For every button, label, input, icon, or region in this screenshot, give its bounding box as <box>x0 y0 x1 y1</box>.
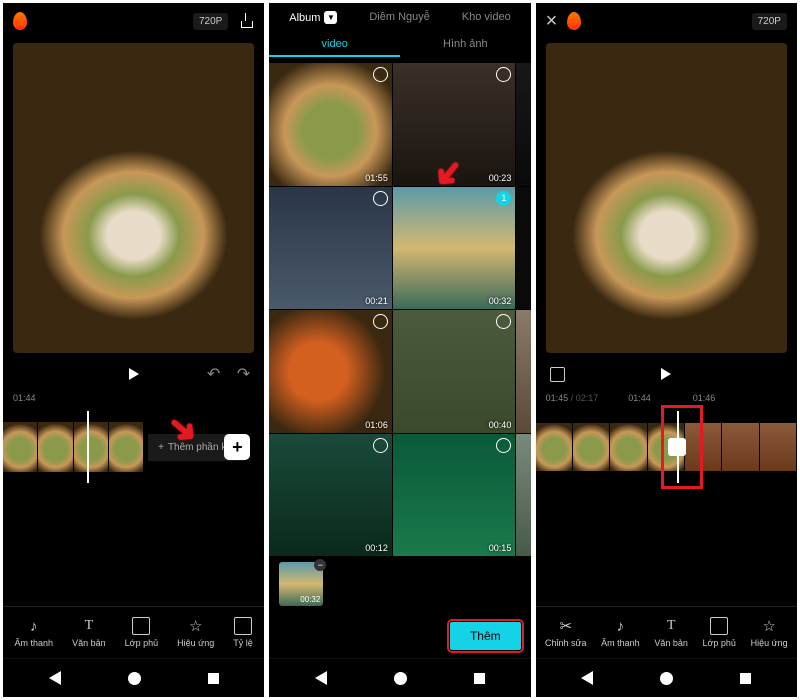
remove-icon[interactable]: − <box>314 559 326 571</box>
add-clip-button[interactable]: + <box>224 434 250 460</box>
tool-text[interactable]: Văn bản <box>72 617 106 648</box>
timeline[interactable]: +Thêm phần kết + <box>3 411 264 483</box>
playhead[interactable] <box>87 411 89 483</box>
playback-controls <box>536 357 797 391</box>
media-cell[interactable]: 00:21 <box>269 187 392 310</box>
tool-audio[interactable]: Âm thanh <box>601 617 640 648</box>
media-cell[interactable]: 00:25 <box>516 434 530 557</box>
tab-kho[interactable]: Kho video <box>462 11 511 24</box>
clip-thumbs[interactable] <box>3 422 144 472</box>
time-ruler: 01:44 <box>3 391 264 405</box>
media-cell[interactable]: 01:06 <box>269 310 392 433</box>
tool-text[interactable]: Văn bản <box>654 617 688 648</box>
media-cell[interactable]: 00:17 <box>516 310 530 433</box>
nav-back-icon[interactable] <box>315 671 327 685</box>
selection-tray: −00:32 <box>269 556 530 614</box>
android-navbar <box>3 658 264 697</box>
tab-diem[interactable]: Diềm Nguyễ <box>369 11 430 24</box>
redo-icon[interactable]: ↷ <box>237 364 250 384</box>
toolbar: Âm thanh Văn bản Lớp phủ Hiệu ứng Tỷ lệ <box>3 606 264 658</box>
tool-overlay[interactable]: Lớp phủ <box>125 617 158 648</box>
chevron-down-icon: ▼ <box>324 11 337 24</box>
video-preview[interactable] <box>546 43 787 353</box>
select-circle-selected[interactable]: 1 <box>496 191 511 206</box>
media-cell[interactable]: 100:32 <box>393 187 516 310</box>
media-cell[interactable]: 00:15 <box>393 434 516 557</box>
source-tabs: Album▼ Diềm Nguyễ Kho video <box>269 3 530 32</box>
media-cell[interactable]: 00:40 <box>393 310 516 433</box>
add-bar: Thêm <box>269 614 530 658</box>
media-type-tabs: video Hình ảnh <box>269 32 530 63</box>
media-cell[interactable]: 01:55 <box>269 63 392 186</box>
tool-edit[interactable]: Chỉnh sửa <box>545 617 587 648</box>
subtab-video[interactable]: video <box>269 38 400 57</box>
album-panel: Album▼ Diềm Nguyễ Kho video video Hình ả… <box>269 3 530 697</box>
preview-image <box>546 43 787 353</box>
play-icon[interactable] <box>661 368 671 380</box>
time-info: 01:45 / 02:1701:4401:46 <box>536 391 797 405</box>
nav-recent-icon[interactable] <box>740 673 751 684</box>
media-grid: 01:55 00:23 02:43 00:21 100:32 00:12 01:… <box>269 63 530 556</box>
nav-recent-icon[interactable] <box>474 673 485 684</box>
topbar: 720P <box>3 3 264 39</box>
tool-audio[interactable]: Âm thanh <box>15 617 54 648</box>
play-icon[interactable] <box>129 368 139 380</box>
tool-ratio[interactable]: Tỷ lệ <box>233 617 253 648</box>
editor-panel-3: × 720P 01:45 / 02:1701:4401:46 Chỉnh sửa… <box>536 3 797 697</box>
flame-icon <box>567 12 581 30</box>
tool-effects[interactable]: Hiệu ứng <box>177 617 214 648</box>
tool-effects[interactable]: Hiệu ứng <box>751 617 788 648</box>
preview-image <box>13 43 254 353</box>
android-navbar <box>269 658 530 697</box>
nav-back-icon[interactable] <box>49 671 61 685</box>
select-circle[interactable] <box>373 67 388 82</box>
nav-home-icon[interactable] <box>660 672 673 685</box>
media-cell[interactable]: 00:12 <box>516 187 530 310</box>
quality-badge[interactable]: 720P <box>193 13 228 30</box>
nav-home-icon[interactable] <box>128 672 141 685</box>
video-preview[interactable] <box>13 43 254 353</box>
tool-overlay[interactable]: Lớp phủ <box>703 617 736 648</box>
nav-home-icon[interactable] <box>394 672 407 685</box>
add-button[interactable]: Thêm <box>450 622 521 650</box>
quality-badge[interactable]: 720P <box>752 13 787 30</box>
nav-back-icon[interactable] <box>581 671 593 685</box>
topbar: × 720P <box>536 3 797 39</box>
android-navbar <box>536 658 797 697</box>
export-icon[interactable] <box>238 13 254 29</box>
highlight-annotation <box>661 405 703 489</box>
media-cell[interactable]: 00:12 <box>269 434 392 557</box>
timeline[interactable] <box>536 411 797 483</box>
close-icon[interactable]: × <box>546 10 558 33</box>
editor-panel-1: 720P ↶ ↷ 01:44 +Thêm phần kết + ➜ Âm tha… <box>3 3 264 697</box>
toolbar: Chỉnh sửa Âm thanh Văn bản Lớp phủ Hiệu … <box>536 606 797 658</box>
media-cell[interactable]: 02:43 <box>516 63 530 186</box>
nav-recent-icon[interactable] <box>208 673 219 684</box>
flame-icon <box>13 12 27 30</box>
tab-album[interactable]: Album▼ <box>289 11 337 24</box>
selected-clip[interactable]: −00:32 <box>279 562 323 606</box>
fullscreen-icon[interactable] <box>550 367 565 382</box>
undo-icon[interactable]: ↶ <box>207 364 220 384</box>
subtab-image[interactable]: Hình ảnh <box>400 38 531 57</box>
playback-controls: ↶ ↷ <box>3 357 264 391</box>
